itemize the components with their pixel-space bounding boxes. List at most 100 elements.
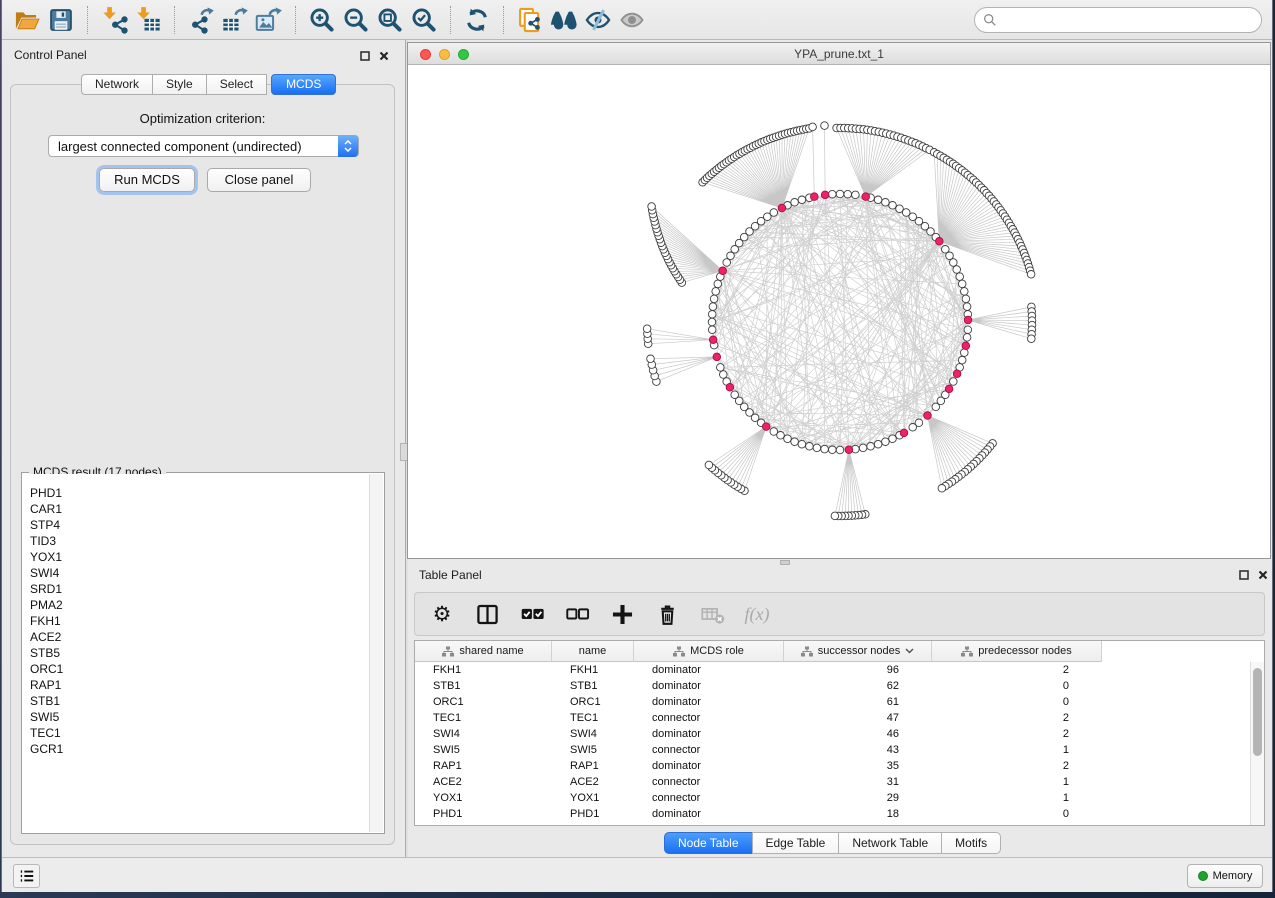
show-columns-button[interactable] (474, 601, 500, 627)
column-header-name[interactable]: name (552, 641, 634, 662)
list-item[interactable]: YOX1 (30, 549, 369, 565)
cell-predecessors: 1 (932, 742, 1102, 758)
list-item[interactable]: SRD1 (30, 581, 369, 597)
tab-select[interactable]: Select (206, 74, 267, 95)
float-icon[interactable] (1239, 570, 1249, 580)
status-bar: Memory (2, 857, 1272, 892)
float-icon[interactable] (360, 51, 370, 61)
list-item[interactable]: STB5 (30, 645, 369, 661)
export-table-button[interactable] (218, 3, 252, 37)
open-file-button[interactable] (10, 3, 44, 37)
control-panel-tabs: NetworkStyleSelectMCDS (81, 74, 336, 95)
cell-mcds_role: connector (634, 742, 784, 758)
search-network-button[interactable] (547, 3, 581, 37)
memory-button[interactable]: Memory (1187, 864, 1263, 888)
export-image-button[interactable] (252, 3, 286, 37)
table-row[interactable]: RAP1RAP1dominator352 (415, 758, 1102, 774)
table-row[interactable]: FKH1FKH1dominator962 (415, 662, 1102, 678)
hide-selected-button[interactable] (581, 3, 615, 37)
list-item[interactable]: SWI4 (30, 565, 369, 581)
control-panel-window-buttons (360, 51, 389, 61)
criterion-selected-value: largest connected component (undirected) (58, 139, 302, 154)
list-item[interactable]: RAP1 (30, 677, 369, 693)
column-header-successor-nodes[interactable]: successor nodes (784, 641, 932, 662)
zoom-selected-button[interactable] (407, 3, 441, 37)
zoom-in-button[interactable] (305, 3, 339, 37)
table-row[interactable]: SWI5SWI5connector431 (415, 742, 1102, 758)
tab-edge-table[interactable]: Edge Table (752, 832, 840, 854)
network-canvas[interactable] (408, 65, 1270, 558)
mcds-list-scrollbar[interactable] (369, 474, 383, 832)
criterion-select[interactable]: largest connected component (undirected) (48, 135, 359, 157)
list-item[interactable]: ACE2 (30, 629, 369, 645)
tab-mcds[interactable]: MCDS (271, 74, 336, 95)
list-item[interactable]: TEC1 (30, 725, 369, 741)
table-row[interactable]: SWI4SWI4dominator462 (415, 726, 1102, 742)
cell-mcds_role: connector (634, 774, 784, 790)
zoom-fit-button[interactable] (373, 3, 407, 37)
table-row[interactable]: TEC1TEC1connector472 (415, 710, 1102, 726)
zoom-out-button[interactable] (339, 3, 373, 37)
run-mcds-button[interactable]: Run MCDS (99, 168, 195, 192)
list-item[interactable]: PHD1 (30, 485, 369, 501)
select-all-icon (520, 602, 545, 627)
import-network-button[interactable] (97, 3, 131, 37)
export-table-icon (221, 6, 249, 34)
scrollbar-thumb[interactable] (1253, 668, 1262, 756)
mcds-result-group: MCDS result (17 nodes) PHD1CAR1STP4TID3Y… (21, 472, 385, 834)
list-item[interactable]: PMA2 (30, 597, 369, 613)
settings-gear-button[interactable]: ⚙ (429, 601, 455, 627)
cell-name: ORC1 (552, 694, 634, 710)
deselect-all-button[interactable] (564, 601, 590, 627)
export-network-button[interactable] (184, 3, 218, 37)
table-row[interactable]: ORC1ORC1dominator610 (415, 694, 1102, 710)
list-item[interactable]: GCR1 (30, 741, 369, 757)
table-row[interactable]: YOX1YOX1connector291 (415, 790, 1102, 806)
horizontal-splitter-handle[interactable] (780, 560, 790, 565)
table-row[interactable]: PHD1PHD1dominator180 (415, 806, 1102, 822)
cell-predecessors: 1 (932, 790, 1102, 806)
add-row-button[interactable] (609, 601, 635, 627)
delete-rows-button[interactable] (654, 601, 680, 627)
table-scrollbar[interactable] (1250, 662, 1264, 825)
mcds-result-list[interactable]: PHD1CAR1STP4TID3YOX1SWI4SRD1PMA2FKH1ACE2… (23, 474, 369, 832)
refresh-network-button[interactable] (460, 3, 494, 37)
tab-network-table[interactable]: Network Table (838, 832, 942, 854)
list-item[interactable]: TID3 (30, 533, 369, 549)
list-item[interactable]: STB1 (30, 693, 369, 709)
list-item[interactable]: FKH1 (30, 613, 369, 629)
list-item[interactable]: ORC1 (30, 661, 369, 677)
list-item[interactable]: CAR1 (30, 501, 369, 517)
table-row[interactable]: ACE2ACE2connector311 (415, 774, 1102, 790)
column-header-predecessor-nodes[interactable]: predecessor nodes (932, 641, 1102, 662)
tab-node-table[interactable]: Node Table (664, 832, 753, 854)
list-item[interactable]: STP4 (30, 517, 369, 533)
tab-network[interactable]: Network (81, 74, 153, 95)
save-session-button[interactable] (44, 3, 78, 37)
cell-mcds_role: dominator (634, 758, 784, 774)
show-preview-button[interactable] (615, 3, 649, 37)
network-titlebar[interactable]: YPA_prune.txt_1 (408, 43, 1270, 65)
clone-network-button[interactable] (513, 3, 547, 37)
cell-name: ACE2 (552, 774, 634, 790)
column-header-MCDS-role[interactable]: MCDS role (634, 641, 784, 662)
cell-successors: 96 (784, 662, 932, 678)
close-icon[interactable] (379, 51, 389, 61)
search-input[interactable] (1002, 10, 1261, 30)
save-session-icon (47, 6, 75, 34)
attribute-icon (801, 646, 813, 657)
import-table-button[interactable] (131, 3, 165, 37)
close-icon[interactable] (1258, 570, 1268, 580)
close-panel-button[interactable]: Close panel (207, 168, 311, 192)
tab-motifs[interactable]: Motifs (941, 832, 1001, 854)
column-header-shared-name[interactable]: shared name (415, 641, 552, 662)
table-body: FKH1FKH1dominator962STB1STB1dominator620… (415, 662, 1102, 822)
select-all-button[interactable] (519, 601, 545, 627)
task-history-button[interactable] (13, 864, 40, 888)
table-header: shared namenameMCDS rolesuccessor nodesp… (415, 641, 1102, 662)
table-row[interactable]: STB1STB1dominator620 (415, 678, 1102, 694)
cell-shared_name: YOX1 (415, 790, 552, 806)
list-item[interactable]: SWI5 (30, 709, 369, 725)
search-box[interactable] (974, 7, 1262, 33)
tab-style[interactable]: Style (152, 74, 207, 95)
